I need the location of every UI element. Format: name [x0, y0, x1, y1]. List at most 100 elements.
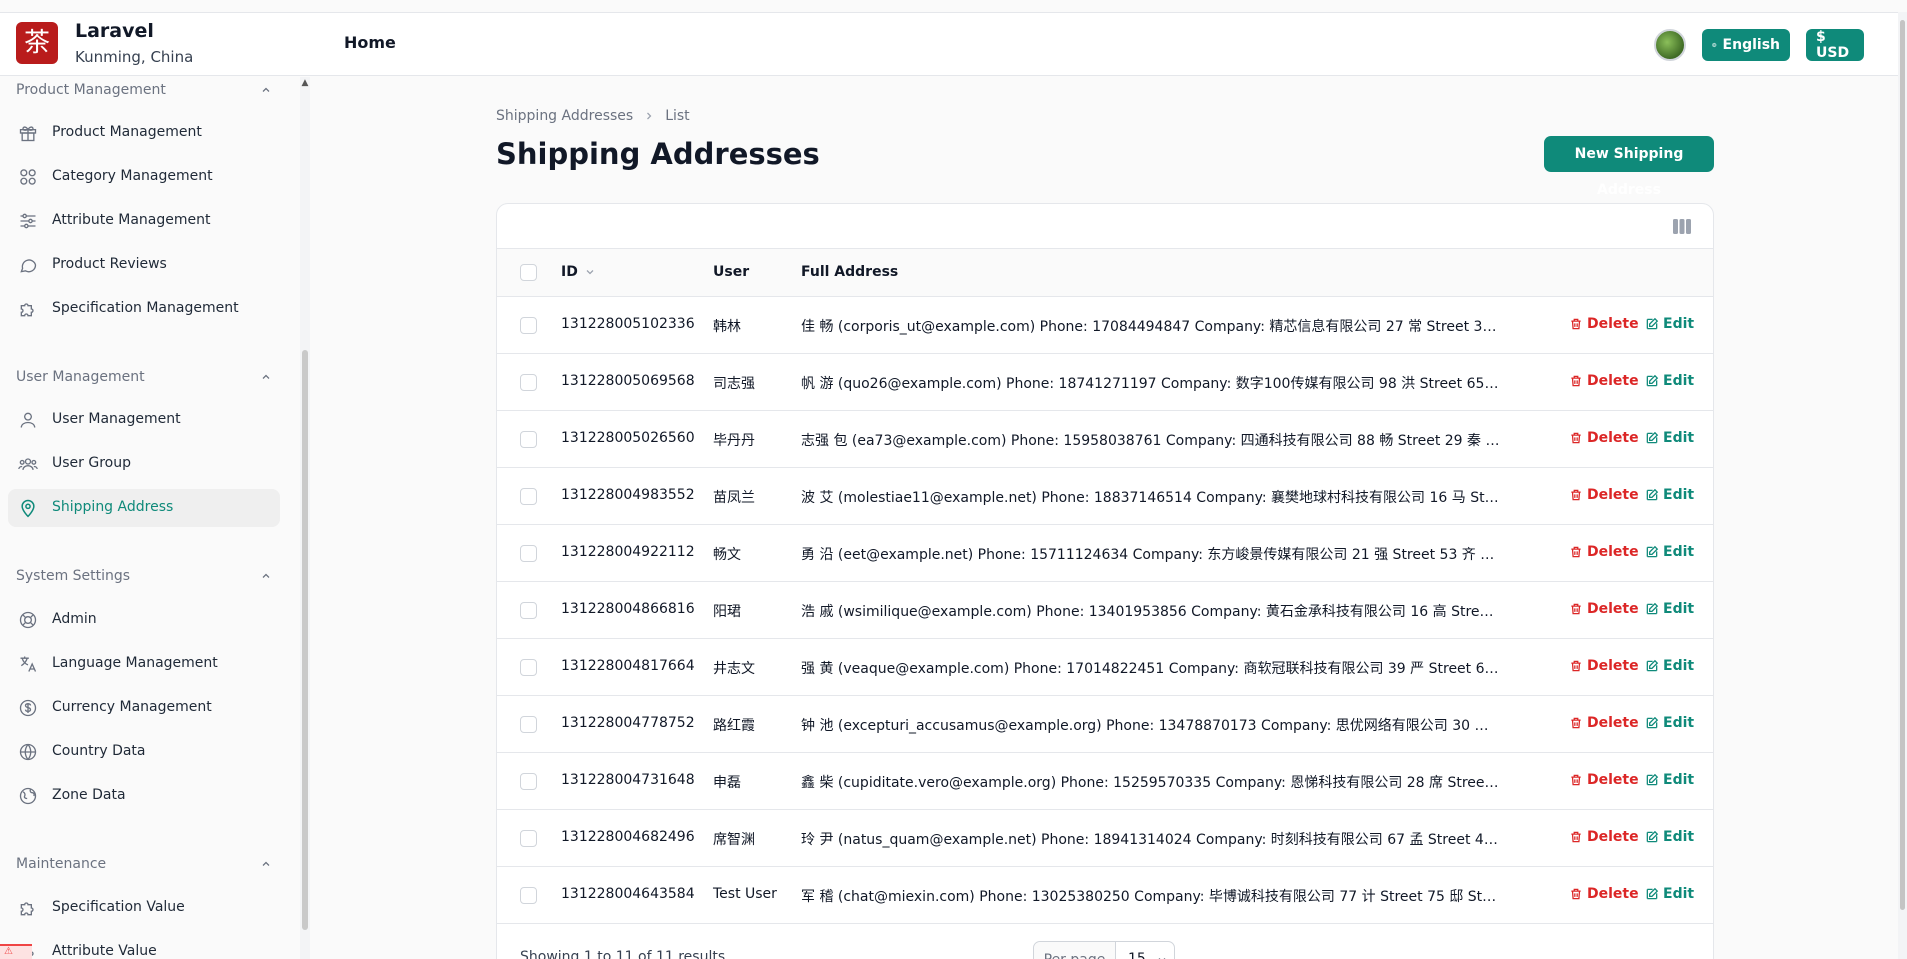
delete-label: Delete — [1587, 829, 1639, 845]
delete-button[interactable]: Delete — [1569, 715, 1639, 731]
trash-icon — [1571, 831, 1581, 843]
column-header-id[interactable]: ID — [561, 264, 596, 280]
cell-full-address: 波 艾 (molestiae11@example.net) Phone: 188… — [801, 490, 1501, 506]
sidebar-item-user-management[interactable]: User Management — [8, 401, 280, 439]
row-checkbox[interactable] — [520, 545, 537, 562]
trash-icon — [1571, 603, 1581, 615]
delete-button[interactable]: Delete — [1569, 430, 1639, 446]
sidebar-item-admin[interactable]: Admin — [8, 601, 280, 639]
row-checkbox[interactable] — [520, 830, 537, 847]
delete-button[interactable]: Delete — [1569, 316, 1639, 332]
group-system-settings[interactable]: System Settings — [16, 568, 272, 584]
avatar[interactable] — [1654, 29, 1686, 61]
sidebar-item-product-reviews[interactable]: Product Reviews — [8, 246, 280, 284]
row-checkbox[interactable] — [520, 488, 537, 505]
table-row[interactable]: 131228004983552 苗凤兰 波 艾 (molestiae11@examp… — [497, 468, 1713, 525]
language-button[interactable]: English — [1702, 29, 1790, 61]
new-shipping-address-button[interactable]: New Shipping Address — [1544, 136, 1714, 198]
table-row[interactable]: 131228004731648 申磊 鑫 柴 (cupiditate.vero@ex… — [497, 753, 1713, 810]
debug-badge[interactable]: ⚠ — [0, 944, 32, 959]
select-all-checkbox[interactable] — [520, 264, 537, 281]
group-user-management[interactable]: User Management — [16, 369, 272, 385]
edit-button[interactable]: Edit — [1645, 715, 1694, 731]
sidebar-item-product-management[interactable]: Product Management — [8, 114, 280, 152]
group-maintenance[interactable]: Maintenance — [16, 856, 272, 872]
table-row[interactable]: 131228005069568 司志强 帆 游 (quo26@example.com… — [497, 354, 1713, 411]
table-row[interactable]: 131228004866816 阳珺 浩 戚 (wsimilique@example… — [497, 582, 1713, 639]
table-row[interactable]: 131228004817664 井志文 强 黄 (veaque@example.co… — [497, 639, 1713, 696]
globe-icon — [19, 743, 37, 761]
brand-logo[interactable]: 茶 — [16, 22, 58, 64]
delete-button[interactable]: Delete — [1569, 373, 1639, 389]
delete-label: Delete — [1587, 373, 1639, 389]
currency-button[interactable]: $ USD — [1806, 29, 1864, 61]
edit-button[interactable]: Edit — [1645, 829, 1694, 845]
nav-home-link[interactable]: Home — [344, 33, 396, 52]
sidebar-item-specification-value[interactable]: Specification Value — [8, 889, 280, 927]
trash-icon — [1571, 432, 1581, 444]
row-checkbox[interactable] — [520, 374, 537, 391]
table-toolbar — [497, 204, 1713, 249]
row-checkbox[interactable] — [520, 602, 537, 619]
edit-button[interactable]: Edit — [1645, 886, 1694, 902]
edit-button[interactable]: Edit — [1645, 772, 1694, 788]
sidebar-item-attribute-management[interactable]: Attribute Management — [8, 202, 280, 240]
row-checkbox[interactable] — [520, 659, 537, 676]
group-label: System Settings — [16, 568, 131, 584]
puzzle-icon — [20, 902, 34, 916]
edit-button[interactable]: Edit — [1645, 316, 1694, 332]
chevron-up-icon — [262, 374, 270, 379]
pencil-square-icon — [1646, 545, 1659, 558]
sidebar-item-language-management[interactable]: Language Management — [8, 645, 280, 683]
row-checkbox[interactable] — [520, 716, 537, 733]
delete-button[interactable]: Delete — [1569, 544, 1639, 560]
edit-button[interactable]: Edit — [1645, 430, 1694, 446]
edit-button[interactable]: Edit — [1645, 373, 1694, 389]
table-row[interactable]: 131228004643584 Test User 军 稽 (chat@miexin… — [497, 867, 1713, 924]
scroll-up-arrow-icon[interactable]: ▲ — [300, 78, 310, 88]
page-scrollbar-thumb[interactable] — [1900, 20, 1905, 910]
sidebar-item-label: Language Management — [52, 655, 218, 671]
sidebar-item-user-group[interactable]: User Group — [8, 445, 280, 483]
sidebar-item-category-management[interactable]: Category Management — [8, 158, 280, 196]
delete-button[interactable]: Delete — [1569, 601, 1639, 617]
delete-button[interactable]: Delete — [1569, 658, 1639, 674]
row-checkbox[interactable] — [520, 431, 537, 448]
table-row[interactable]: 131228004922112 畅文 勇 沿 (eet@example.net) P… — [497, 525, 1713, 582]
per-page-select[interactable]: Per page 15 — [1033, 941, 1175, 959]
sidebar-item-shipping-address[interactable]: Shipping Address — [8, 489, 280, 527]
table-row[interactable]: 131228005026560 毕丹丹 志强 包 (ea73@example.com… — [497, 411, 1713, 468]
sidebar-item-country-data[interactable]: Country Data — [8, 733, 280, 771]
edit-label: Edit — [1663, 829, 1695, 845]
sidebar-item-currency-management[interactable]: Currency Management — [8, 689, 280, 727]
sidebar-scrollbar-thumb[interactable] — [302, 350, 308, 930]
language-label: English — [1722, 37, 1780, 53]
delete-button[interactable]: Delete — [1569, 487, 1639, 503]
cell-id: 131228004866816 — [561, 601, 695, 617]
row-checkbox[interactable] — [520, 887, 537, 904]
table-row[interactable]: 131228004778752 路红霞 钟 池 (excepturi_accusam… — [497, 696, 1713, 753]
edit-button[interactable]: Edit — [1645, 601, 1694, 617]
edit-label: Edit — [1663, 601, 1695, 617]
row-checkbox[interactable] — [520, 773, 537, 790]
edit-button[interactable]: Edit — [1645, 544, 1694, 560]
table-row[interactable]: 131228005102336 韩林 佳 畅 (corporis_ut@exampl… — [497, 297, 1713, 354]
edit-button[interactable]: Edit — [1645, 487, 1694, 503]
edit-button[interactable]: Edit — [1645, 658, 1694, 674]
sidebar-item-label: User Management — [52, 411, 181, 427]
row-checkbox[interactable] — [520, 317, 537, 334]
breadcrumb-shipping-addresses[interactable]: Shipping Addresses — [496, 108, 633, 124]
map-pin-icon — [21, 499, 35, 518]
trash-icon — [1571, 660, 1581, 672]
group-product-management[interactable]: Product Management — [16, 82, 272, 98]
delete-button[interactable]: Delete — [1569, 772, 1639, 788]
sidebar-item-attribute-value[interactable]: Attribute Value — [8, 933, 280, 959]
delete-button[interactable]: Delete — [1569, 829, 1639, 845]
group-label: User Management — [16, 369, 145, 385]
columns-toggle-icon[interactable] — [1673, 219, 1691, 234]
delete-button[interactable]: Delete — [1569, 886, 1639, 902]
group-label: Maintenance — [16, 856, 107, 872]
sidebar-item-zone-data[interactable]: Zone Data — [8, 777, 280, 815]
table-row[interactable]: 131228004682496 席智渊 玲 尹 (natus_quam@exampl… — [497, 810, 1713, 867]
sidebar-item-specification-management[interactable]: Specification Management — [8, 290, 280, 328]
